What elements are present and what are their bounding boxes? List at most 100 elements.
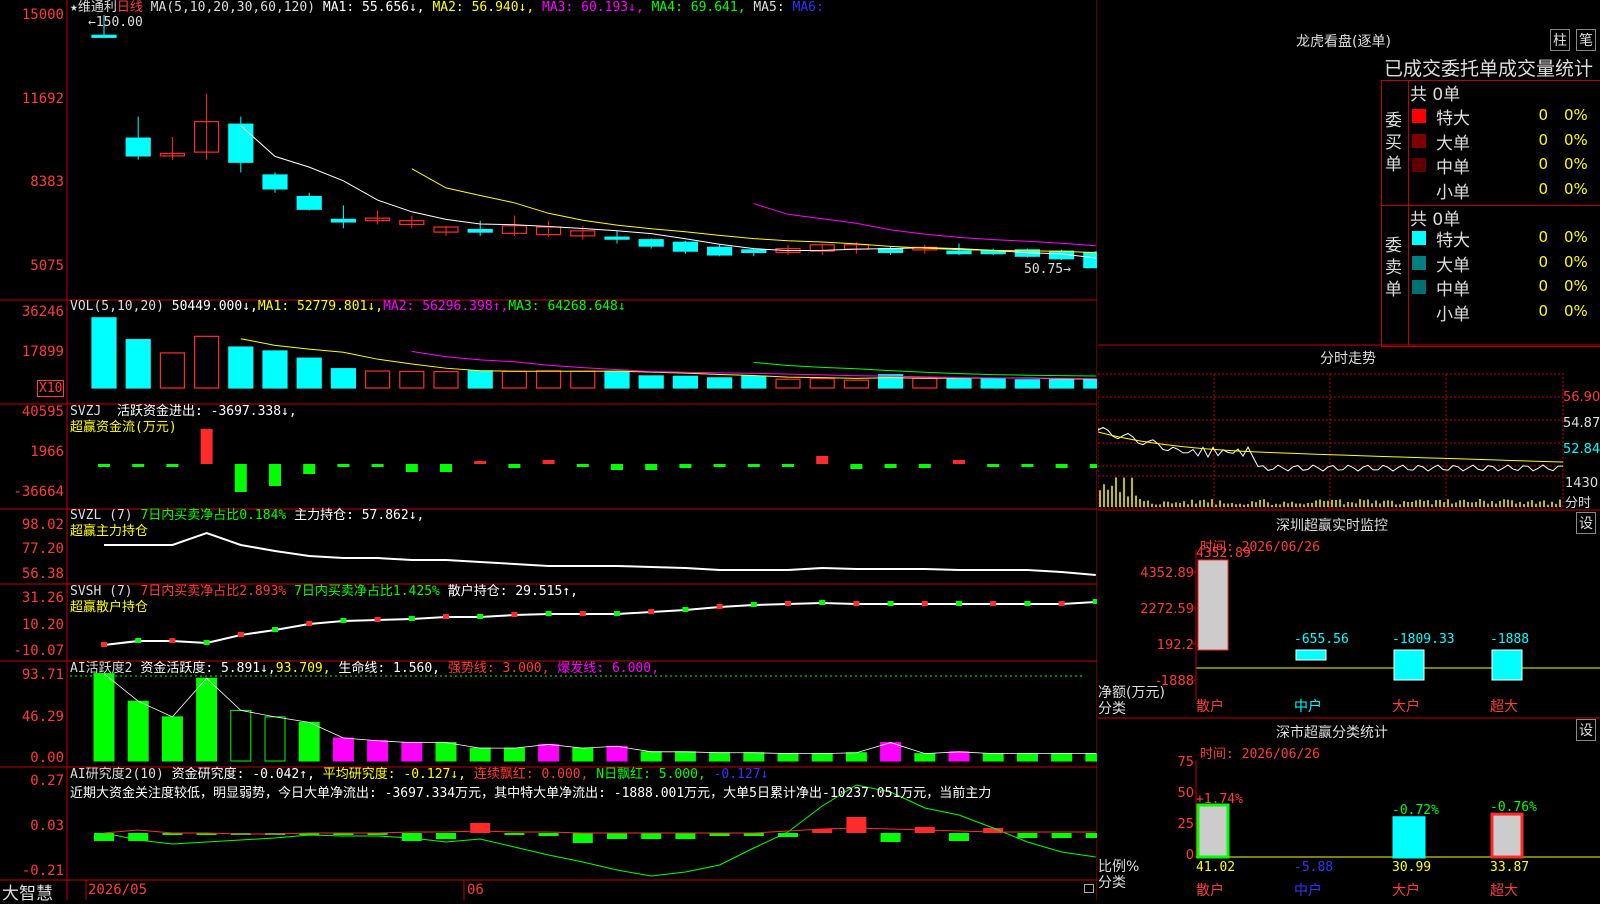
ma6-value: MA6: <box>793 0 824 15</box>
order-type-label: 特大 <box>1436 226 1470 251</box>
volume-bar <box>126 340 150 388</box>
lock-icon[interactable] <box>1084 884 1094 893</box>
candle-body <box>468 230 492 233</box>
classify-category-label[interactable]: 散户 <box>1196 880 1224 900</box>
activity-bar <box>436 743 456 761</box>
low-marker: 50.75→ <box>1024 262 1071 278</box>
price-axis-1: 15000 <box>0 7 64 23</box>
legend-swatch <box>1412 134 1426 148</box>
volume-bar <box>810 379 834 388</box>
monitor-category-label[interactable]: 大户 <box>1392 696 1420 716</box>
ma5-value: MA5: <box>753 0 784 15</box>
intraday-axis-2: 54.87 <box>1563 416 1600 431</box>
brand-logo[interactable]: 大智慧 <box>2 879 53 904</box>
activity-bar <box>470 748 490 761</box>
monitor-bar-value: -1888 <box>1490 632 1529 647</box>
intraday-title: 分时走势 <box>1320 348 1376 368</box>
activity-bar <box>265 717 285 761</box>
tick-mode-button[interactable]: 笔 <box>1576 29 1596 51</box>
candle <box>331 205 355 228</box>
candle-body <box>92 35 116 37</box>
svsh-mark <box>546 611 552 616</box>
classify-axis-1: 75 <box>1158 755 1194 770</box>
classify-category-label[interactable]: 超大 <box>1490 880 1518 900</box>
svsh-mark <box>990 601 996 606</box>
dragon-subtitle: 已成交委托单成交量统计 <box>1384 54 1593 81</box>
ai-research-axis-2: 0.03 <box>0 818 64 834</box>
monitor-bar <box>1296 650 1326 660</box>
research-bar <box>436 833 456 839</box>
classify-settings-button[interactable]: 设 <box>1576 719 1596 741</box>
monitor-bar-value: -655.56 <box>1294 632 1349 647</box>
ai-research-axis-3: -0.21 <box>0 863 64 879</box>
monitor-category-label[interactable]: 超大 <box>1490 696 1518 716</box>
candle <box>502 216 526 236</box>
ai-active-header: AI活跃度2 资金活跃度: 5.891↓,93.709, 生命线: 1.560,… <box>70 661 659 677</box>
legend-swatch <box>1412 256 1426 270</box>
candle <box>297 193 321 211</box>
flow-bar <box>166 464 178 467</box>
legend-swatch <box>1412 305 1426 319</box>
ai-research-comment: 近期大资金关注度较低，明显弱势，今日大单净流出: -3697.334万元，其中特… <box>70 786 991 802</box>
order-count: 0 <box>1518 106 1548 124</box>
right-panel: 龙虎看盘(逐单) 柱 笔 已成交委托单成交量统计 委买单 共 0单 特大 0 0% 大… <box>1098 0 1600 900</box>
volume-bar <box>742 376 766 388</box>
dragon-side-divider <box>1408 80 1409 345</box>
legend-swatch <box>1412 231 1426 245</box>
activity-bar <box>197 678 217 761</box>
volume-bar <box>913 378 937 388</box>
date-label-2: 06 <box>467 882 484 898</box>
flow-bar <box>577 464 589 467</box>
bar-mode-button[interactable]: 柱 <box>1550 29 1570 51</box>
candle <box>434 226 458 236</box>
flow-bar <box>303 464 315 474</box>
period-label[interactable]: 日线 <box>117 0 143 15</box>
flow-bar <box>337 464 349 467</box>
candle <box>400 216 424 229</box>
classify-category-label[interactable]: 大户 <box>1392 880 1420 900</box>
svsh-mark <box>819 600 825 605</box>
classify-change: +1.74% <box>1196 792 1243 807</box>
left-chart-area[interactable]: ★维通利日线 MA(5,10,20,30,60,120) MA1: 55.656… <box>0 0 1097 900</box>
legend-swatch <box>1412 280 1426 294</box>
volume-bar <box>400 371 424 388</box>
monitor-category-label[interactable]: 散户 <box>1196 696 1224 716</box>
activity-bar <box>333 738 353 761</box>
order-percent: 0% <box>1564 277 1598 295</box>
buy-side-label: 委买单 <box>1385 110 1405 176</box>
flow-bar <box>1021 464 1033 467</box>
stock-name[interactable]: ★维通利 <box>70 0 117 15</box>
svsh-mark <box>238 632 244 637</box>
activity-bar <box>128 701 148 761</box>
research-bar <box>1017 833 1037 838</box>
ai-active-axis-1: 93.71 <box>0 667 64 683</box>
svzj-axis-3: -36664 <box>0 484 64 500</box>
flow-bar <box>782 464 794 467</box>
vol-axis-1: 36246 <box>0 304 64 320</box>
volume-bar <box>331 369 355 388</box>
flow-bar <box>235 464 247 492</box>
volume-bar <box>981 378 1005 388</box>
flow-bar <box>987 464 999 467</box>
monitor-category-label[interactable]: 中户 <box>1294 696 1322 716</box>
volume-bar <box>947 379 971 388</box>
volume-bar <box>366 371 390 388</box>
classify-category-label[interactable]: 中户 <box>1294 880 1322 900</box>
candle <box>708 245 732 256</box>
monitor-settings-button[interactable]: 设 <box>1576 512 1596 534</box>
classify-bar <box>1492 814 1522 857</box>
activity-bar <box>881 743 901 761</box>
ai-research-axis-1: 0.27 <box>0 773 64 789</box>
candle-body <box>673 242 697 251</box>
order-percent: 0% <box>1564 106 1598 124</box>
flow-bar <box>919 464 931 468</box>
candle <box>195 94 219 160</box>
dragon-title: 龙虎看盘(逐单) <box>1296 31 1391 51</box>
order-percent: 0% <box>1564 180 1598 198</box>
candle-body <box>297 197 321 210</box>
monitor-axis-2: 2272.59 <box>1118 602 1194 617</box>
svsh-axis-2: 10.20 <box>0 617 64 633</box>
activity-bar <box>573 748 593 761</box>
research-red-line <box>104 828 1096 834</box>
activity-bar <box>710 753 730 761</box>
